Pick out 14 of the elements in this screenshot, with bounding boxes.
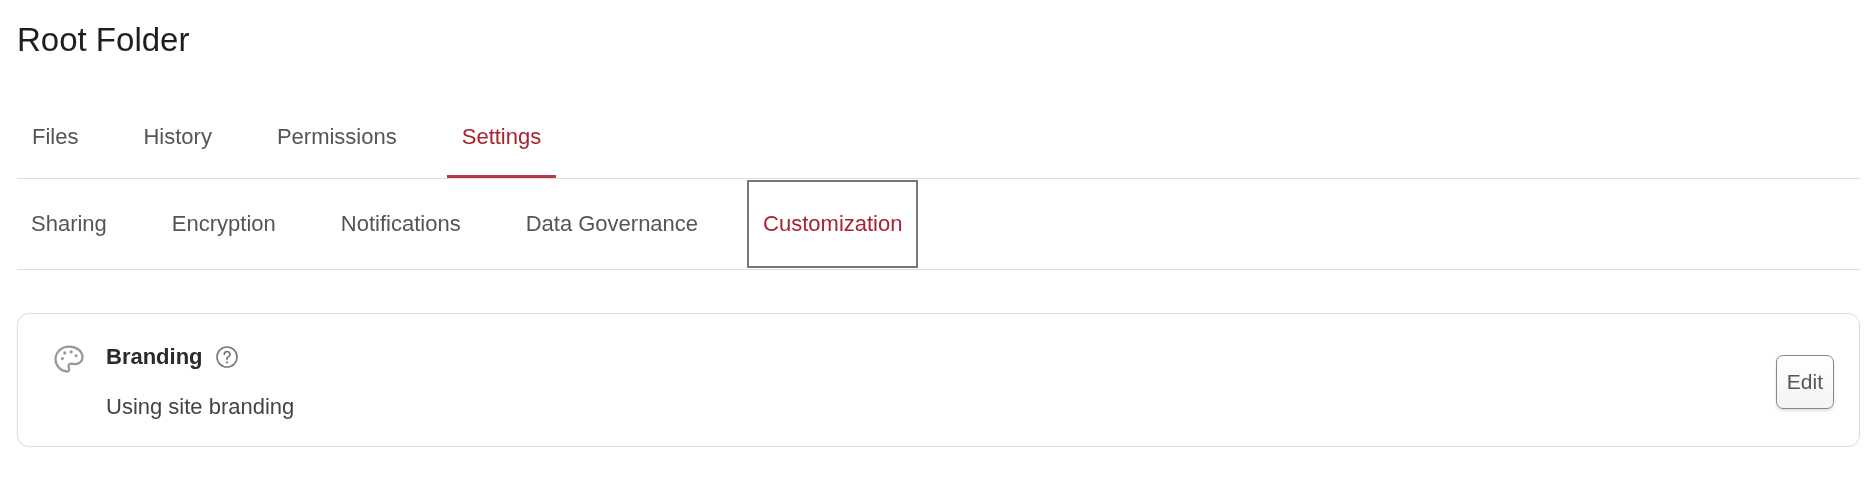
subtab[interactable]: Notifications: [324, 180, 477, 268]
card-title: Branding: [106, 344, 203, 370]
subtab[interactable]: Data Governance: [509, 180, 715, 268]
tab[interactable]: Files: [17, 98, 94, 178]
card-description: Using site branding: [106, 394, 296, 420]
subtab[interactable]: Sharing: [15, 180, 123, 268]
help-icon[interactable]: [214, 345, 239, 369]
tab[interactable]: History: [128, 98, 227, 178]
tab[interactable]: Permissions: [261, 98, 412, 178]
edit-button[interactable]: Edit: [1775, 355, 1834, 409]
page-title: Root Folder: [17, 20, 191, 60]
subtab[interactable]: Customization: [747, 180, 919, 268]
tab[interactable]: Settings: [446, 98, 557, 178]
subtab[interactable]: Encryption: [155, 180, 292, 268]
